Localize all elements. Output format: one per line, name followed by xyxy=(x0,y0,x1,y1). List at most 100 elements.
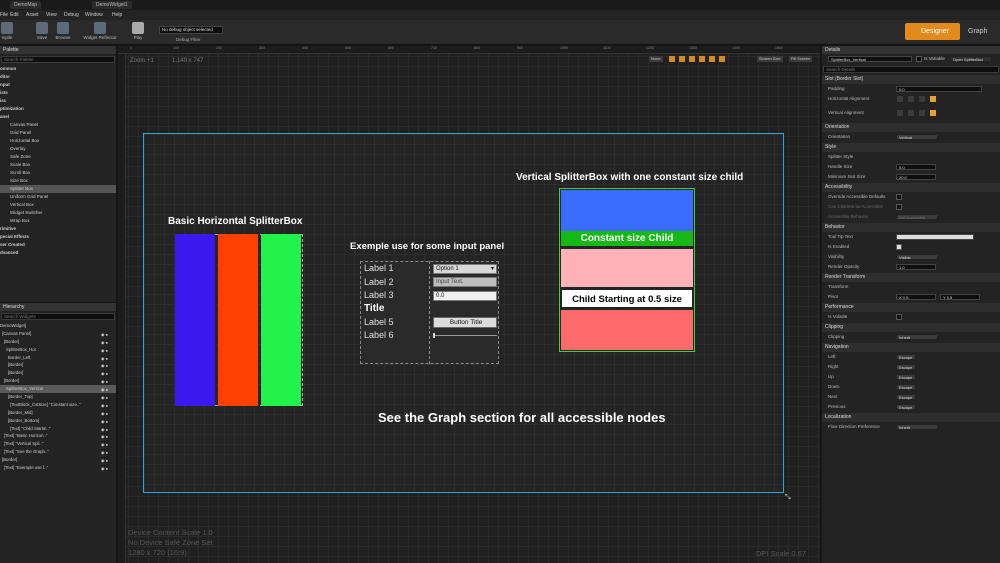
screen-size-dropdown[interactable]: Screen Size xyxy=(756,55,784,63)
palette-widget-item[interactable]: Wrap Box xyxy=(0,217,116,225)
compile-button[interactable]: mpile xyxy=(0,22,14,40)
left-column[interactable] xyxy=(175,234,215,406)
locale-icon[interactable] xyxy=(708,55,716,63)
designer-button[interactable]: Designer xyxy=(905,23,960,40)
hierarchy-item[interactable]: [Text] "Basic Horizon.." ◉ ● xyxy=(0,432,116,440)
visibility-eye-icon[interactable]: ◉ ● xyxy=(101,402,113,408)
menu-view[interactable]: View xyxy=(46,10,57,20)
visibility-eye-icon[interactable]: ◉ ● xyxy=(101,355,113,361)
opacity-input[interactable]: 1.0 xyxy=(896,264,936,270)
palette-widget-item[interactable]: Canvas Panel xyxy=(0,121,116,129)
palette-category[interactable]: ptimization xyxy=(0,105,116,113)
title-button[interactable]: Button Title xyxy=(433,317,497,328)
nav-dropdown[interactable]: Escape xyxy=(896,364,916,370)
palette-widget-item[interactable]: Horizontal Box xyxy=(0,137,116,145)
resize-handle-icon[interactable]: ⤡ xyxy=(785,494,791,502)
palette-widget-item[interactable]: Grid Panel xyxy=(0,129,116,137)
is-volatile-checkbox[interactable] xyxy=(896,314,902,320)
visibility-eye-icon[interactable]: ◉ ● xyxy=(101,331,113,337)
nav-dropdown[interactable]: Escape xyxy=(896,404,916,410)
option-dropdown[interactable]: Option 1 ▾ xyxy=(433,264,497,274)
align-vfill-icon[interactable] xyxy=(929,109,937,117)
visibility-eye-icon[interactable]: ◉ ● xyxy=(101,418,113,424)
align-fill-icon[interactable] xyxy=(929,95,937,103)
section-slot[interactable]: Slot (Border Slot) xyxy=(822,75,1000,84)
is-variable-checkbox[interactable] xyxy=(916,56,922,62)
hierarchy-item[interactable]: [Border_Top] ◉ ● xyxy=(0,393,116,401)
palette-category[interactable]: ser Created xyxy=(0,241,116,249)
menu-asset[interactable]: Asset xyxy=(26,10,39,20)
orientation-dropdown[interactable]: Vertical xyxy=(896,134,938,140)
transform-row[interactable]: Transform xyxy=(822,282,1000,292)
hierarchy-search-input[interactable]: Search Widgets xyxy=(1,313,115,320)
section-behavior[interactable]: Behavior xyxy=(822,223,1000,232)
section-clipping[interactable]: Clipping xyxy=(822,323,1000,332)
hierarchy-item[interactable]: [Border] ◉ ● xyxy=(0,456,116,464)
clipping-dropdown[interactable]: Inherit xyxy=(896,334,938,340)
flow-direction-dropdown[interactable]: Inherit xyxy=(896,424,938,430)
tab-demomap[interactable]: DemoMap xyxy=(10,1,42,9)
hierarchy-item[interactable]: [TextBlock_CstSize] "Constant size.." ◉ ● xyxy=(0,401,116,409)
align-left-icon[interactable] xyxy=(896,95,904,103)
palette-category[interactable]: ists xyxy=(0,89,116,97)
visibility-dropdown[interactable]: Visible xyxy=(896,254,938,260)
visibility-eye-icon[interactable]: ◉ ● xyxy=(101,370,113,376)
constant-size-child[interactable]: Constant size Child xyxy=(561,231,693,246)
palette-widget-item[interactable]: Splitter Box xyxy=(0,185,116,193)
graph-button[interactable]: Graph xyxy=(968,23,987,40)
palette-category[interactable]: nput xyxy=(0,81,116,89)
align-bottom-icon[interactable] xyxy=(918,109,926,117)
menu-window[interactable]: Window xyxy=(85,10,103,20)
nav-dropdown[interactable]: Escape xyxy=(896,384,916,390)
palette-widget-item[interactable]: Size Box xyxy=(0,177,116,185)
visibility-eye-icon[interactable]: ◉ ● xyxy=(101,347,113,353)
pivot-x-input[interactable]: X 0.5 xyxy=(896,294,936,300)
override-a11y-checkbox[interactable] xyxy=(896,194,902,200)
bottom-segment[interactable] xyxy=(561,310,693,350)
widget-reflector-button[interactable]: Widget Reflector xyxy=(80,22,120,40)
save-button[interactable]: Save xyxy=(34,22,50,40)
hierarchy-item[interactable]: [Border] ◉ ● xyxy=(0,369,116,377)
hierarchy-item[interactable]: [Border] ◉ ● xyxy=(0,377,116,385)
snap-icon[interactable] xyxy=(668,55,676,63)
menu-file[interactable]: File xyxy=(0,10,8,20)
hierarchy-item[interactable]: [Text] "Vertical Spli.." ◉ ● xyxy=(0,440,116,448)
menu-debug[interactable]: Debug xyxy=(64,10,79,20)
handle-size-input[interactable]: 5.0 xyxy=(896,164,936,170)
visibility-eye-icon[interactable]: ◉ ● xyxy=(101,394,113,400)
right-column[interactable] xyxy=(261,234,301,406)
a11y-behavior-dropdown[interactable]: Not Accessible xyxy=(896,214,938,220)
tab-demowidget[interactable]: DemoWidget1 xyxy=(92,1,132,9)
palette-widget-item[interactable]: Scroll Box xyxy=(0,169,116,177)
outline-icon[interactable] xyxy=(698,55,706,63)
palette-category[interactable]: dvanced xyxy=(0,249,116,257)
section-orientation[interactable]: Orientation xyxy=(822,123,1000,132)
can-children-checkbox[interactable] xyxy=(896,204,902,210)
hierarchy-item[interactable]: [Canvas Panel] ◉ ● xyxy=(0,330,116,338)
visibility-eye-icon[interactable]: ◉ ● xyxy=(101,449,113,455)
hierarchy-item[interactable]: [Text] "See the Graph.." ◉ ● xyxy=(0,448,116,456)
visibility-eye-icon[interactable]: ◉ ● xyxy=(101,441,113,447)
tooltip-input[interactable] xyxy=(896,234,974,240)
palette-widget-item[interactable]: Vertical Box xyxy=(0,201,116,209)
browse-button[interactable]: Browse xyxy=(54,22,72,40)
visibility-eye-icon[interactable]: ◉ ● xyxy=(101,465,113,471)
hierarchy-item[interactable]: DemoWidget] xyxy=(0,322,116,330)
visibility-eye-icon[interactable]: ◉ ● xyxy=(101,457,113,463)
palette-search-input[interactable]: Search Palette xyxy=(1,56,115,63)
palette-category[interactable]: ditor xyxy=(0,73,116,81)
palette-widget-item[interactable]: Scale Box xyxy=(0,161,116,169)
nav-dropdown[interactable]: Escape xyxy=(896,394,916,400)
section-performance[interactable]: Performance xyxy=(822,303,1000,312)
palette-widget-item[interactable]: Uniform Grid Panel xyxy=(0,193,116,201)
slider-handle[interactable] xyxy=(433,333,435,338)
respect-locks-icon[interactable] xyxy=(718,55,726,63)
menu-help[interactable]: Help xyxy=(112,10,122,20)
widget-name-input[interactable]: SplitterBox_Vertical xyxy=(828,56,912,62)
visibility-eye-icon[interactable]: ◉ ● xyxy=(101,362,113,368)
none-button[interactable]: None xyxy=(648,55,664,63)
section-navigation[interactable]: Navigation xyxy=(822,343,1000,352)
grid-icon[interactable] xyxy=(678,55,686,63)
nav-dropdown[interactable]: Escape xyxy=(896,374,916,380)
palette-category[interactable]: ommon xyxy=(0,65,116,73)
